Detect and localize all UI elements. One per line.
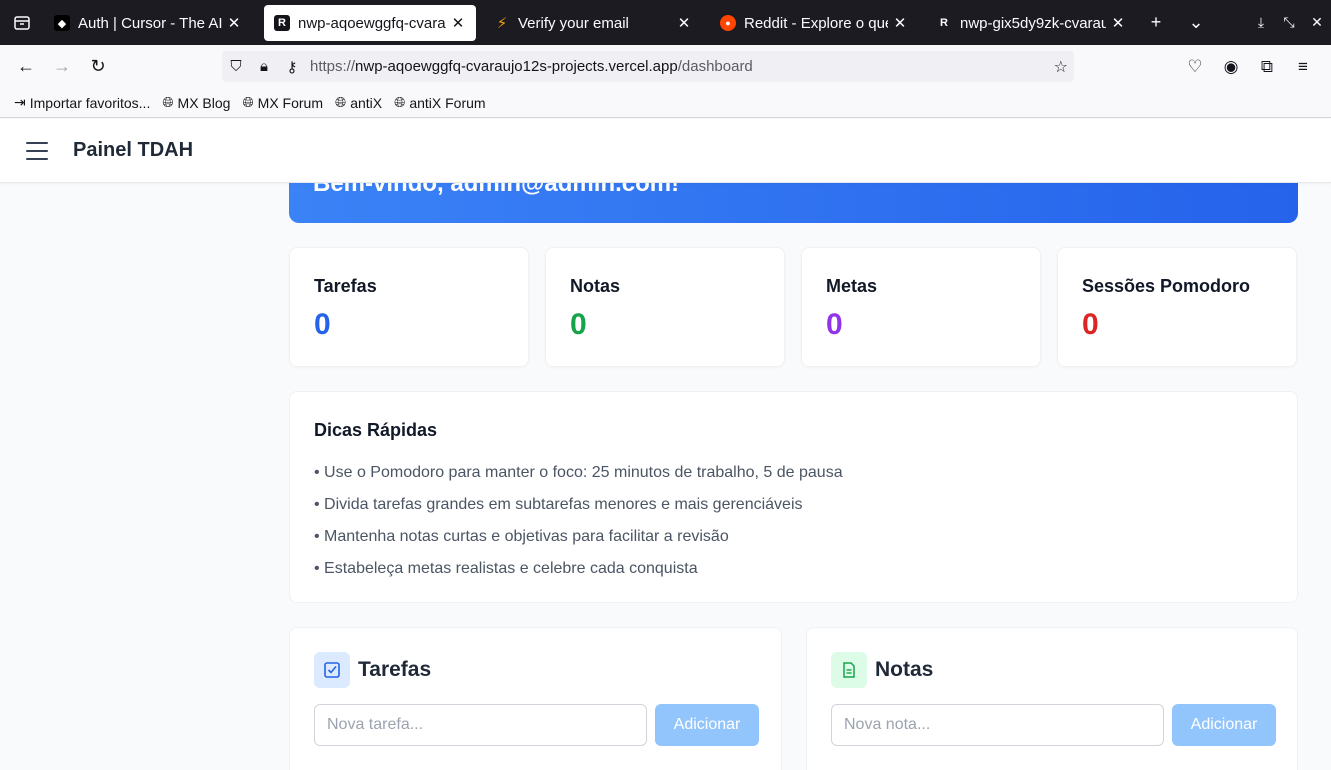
menu-icon[interactable]: ≡	[1285, 57, 1321, 77]
tasks-panel-title: Tarefas	[358, 658, 432, 681]
checkbox-icon	[314, 652, 350, 688]
add-note-button[interactable]: Adicionar	[1172, 704, 1276, 746]
bookmark-label: antiX Forum	[409, 94, 486, 111]
stat-label: Sessões Pomodoro	[1082, 276, 1251, 296]
browser-navbar: ← → ↻ ⛉ 🔒︎ ⚷ https://nwp-aqoewggfq-cvara…	[0, 45, 1331, 88]
dashboard-content: Bem-vindo, admin@admin.com! Tarefas 0 No…	[0, 183, 1331, 770]
tab-title: Reddit - Explore o que quiser	[744, 14, 888, 32]
bookmark-label: antiX	[350, 94, 383, 111]
url-bar[interactable]: ⛉ 🔒︎ ⚷ https://nwp-aqoewggfq-cvaraujo12s…	[222, 51, 1074, 82]
app-header: Painel TDAH	[0, 119, 1331, 183]
tab-overview-icon[interactable]	[0, 0, 44, 45]
stat-label: Metas	[826, 276, 878, 296]
close-tab-icon[interactable]: ✕	[676, 14, 692, 32]
stat-value: 0	[826, 308, 843, 341]
tab-verify-email[interactable]: ⚡ Verify your email ✕	[484, 5, 702, 41]
stat-value: 0	[1082, 308, 1099, 341]
notes-panel-title: Notas	[875, 658, 934, 681]
tab-title: Verify your email	[518, 14, 629, 32]
tip-item: • Estabeleça metas realistas e celebre c…	[314, 560, 698, 577]
close-tab-icon[interactable]: ✕	[892, 14, 908, 32]
tasks-panel: Tarefas Adicionar	[289, 627, 782, 770]
bookmark-antix-forum[interactable]: 🌐︎ antiX Forum	[394, 94, 485, 111]
hamburger-menu-icon[interactable]	[26, 141, 48, 160]
new-note-input[interactable]	[831, 704, 1164, 746]
reload-icon[interactable]: ↻	[80, 51, 116, 83]
bookmark-label: MX Forum	[257, 94, 323, 111]
close-window-icon[interactable]: ✕	[1303, 14, 1331, 31]
close-tab-icon[interactable]: ✕	[450, 14, 466, 32]
tip-item: • Divida tarefas grandes em subtarefas m…	[314, 496, 803, 513]
document-icon	[831, 652, 867, 688]
stat-label: Notas	[570, 276, 621, 296]
url-path: /dashboard	[677, 58, 753, 75]
stat-card-goals: Metas 0	[801, 247, 1041, 367]
globe-icon: 🌐︎	[242, 94, 254, 110]
vercel-r-favicon-icon: R	[940, 17, 948, 29]
stat-card-pomodoro: Sessões Pomodoro 0	[1057, 247, 1297, 367]
tab-title: Auth | Cursor - The AI Code Editor	[78, 14, 222, 32]
url-host: nwp-aqoewggfq-cvaraujo12s-projects.verce…	[355, 58, 678, 75]
vercel-r-favicon-icon: R	[274, 15, 290, 31]
bookmark-label: Importar favoritos...	[29, 94, 151, 111]
tab-cursor-auth[interactable]: ◆ Auth | Cursor - The AI Code Editor ✕	[44, 5, 252, 41]
stat-card-tasks: Tarefas 0	[289, 247, 529, 367]
tab-list-chevron-icon[interactable]: ⌄	[1176, 12, 1216, 33]
bookmark-mx-forum[interactable]: 🌐︎ MX Forum	[242, 94, 323, 111]
globe-icon: 🌐︎	[335, 94, 347, 110]
bookmark-star-icon[interactable]: ☆	[1054, 57, 1068, 77]
app-title: Painel TDAH	[73, 139, 194, 161]
close-tab-icon[interactable]: ✕	[1110, 14, 1126, 32]
bolt-favicon-icon: ⚡	[496, 15, 508, 32]
globe-icon: 🌐︎	[394, 94, 406, 110]
browser-tab-bar: ◆ Auth | Cursor - The AI Code Editor ✕ R…	[0, 0, 1331, 45]
add-task-button[interactable]: Adicionar	[655, 704, 759, 746]
back-arrow-icon[interactable]: ←	[8, 51, 44, 83]
tab-nwp-gix[interactable]: R nwp-gix5dy9zk-cvaraujo12s-projects ✕	[926, 5, 1136, 41]
pocket-icon[interactable]: ♡	[1177, 57, 1213, 77]
extensions-icon[interactable]: ⧉	[1249, 57, 1285, 77]
bookmark-mx-blog[interactable]: 🌐︎ MX Blog	[162, 94, 230, 111]
new-task-input[interactable]	[314, 704, 647, 746]
stat-card-notes: Notas 0	[545, 247, 785, 367]
import-icon: ⇥	[14, 94, 26, 110]
tab-title: nwp-gix5dy9zk-cvaraujo12s-projects	[960, 14, 1106, 32]
forward-arrow-icon[interactable]: →	[44, 51, 80, 83]
bookmark-import[interactable]: ⇥ Importar favoritos...	[14, 94, 150, 111]
new-tab-icon[interactable]: +	[1136, 12, 1176, 33]
cursor-favicon-icon: ◆	[54, 15, 70, 31]
welcome-banner: Bem-vindo, admin@admin.com!	[289, 183, 1298, 223]
close-tab-icon[interactable]: ✕	[226, 14, 242, 32]
url-text[interactable]: https://nwp-aqoewggfq-cvaraujo12s-projec…	[310, 58, 753, 75]
globe-icon: 🌐︎	[162, 94, 174, 110]
restore-window-icon[interactable]: ⤡	[1275, 14, 1303, 31]
bookmark-label: MX Blog	[177, 94, 231, 111]
key-icon[interactable]: ⚷	[278, 58, 306, 76]
bookmark-antix[interactable]: 🌐︎ antiX	[335, 94, 382, 111]
stat-label: Tarefas	[314, 276, 377, 296]
account-icon[interactable]: ◉	[1213, 57, 1249, 77]
tip-item: • Mantenha notas curtas e objetivas para…	[314, 528, 729, 545]
tip-item: • Use o Pomodoro para manter o foco: 25 …	[314, 464, 843, 481]
tab-dashboard[interactable]: R nwp-aqoewggfq-cvaraujo12s-projects ✕	[264, 5, 476, 41]
lock-icon[interactable]: 🔒︎	[250, 58, 278, 75]
bookmarks-bar: ⇥ Importar favoritos... 🌐︎ MX Blog 🌐︎ MX Fo…	[0, 88, 1331, 118]
quick-tips-list: • Use o Pomodoro para manter o foco: 25 …	[314, 462, 843, 590]
quick-tips-card: Dicas Rápidas • Use o Pomodoro para mant…	[289, 391, 1298, 603]
stat-value: 0	[570, 308, 587, 341]
quick-tips-title: Dicas Rápidas	[314, 420, 438, 440]
stat-value: 0	[314, 308, 331, 341]
tab-title: nwp-aqoewggfq-cvaraujo12s-projects	[298, 14, 446, 32]
shield-icon[interactable]: ⛉	[222, 58, 250, 75]
tab-reddit[interactable]: ● Reddit - Explore o que quiser ✕	[710, 5, 918, 41]
notes-panel: Notas Adicionar	[806, 627, 1298, 770]
url-scheme: https://	[310, 58, 356, 75]
download-icon[interactable]: ⤓	[1247, 14, 1275, 31]
reddit-favicon-icon: ●	[720, 15, 736, 31]
welcome-text: Bem-vindo, admin@admin.com!	[313, 183, 680, 197]
